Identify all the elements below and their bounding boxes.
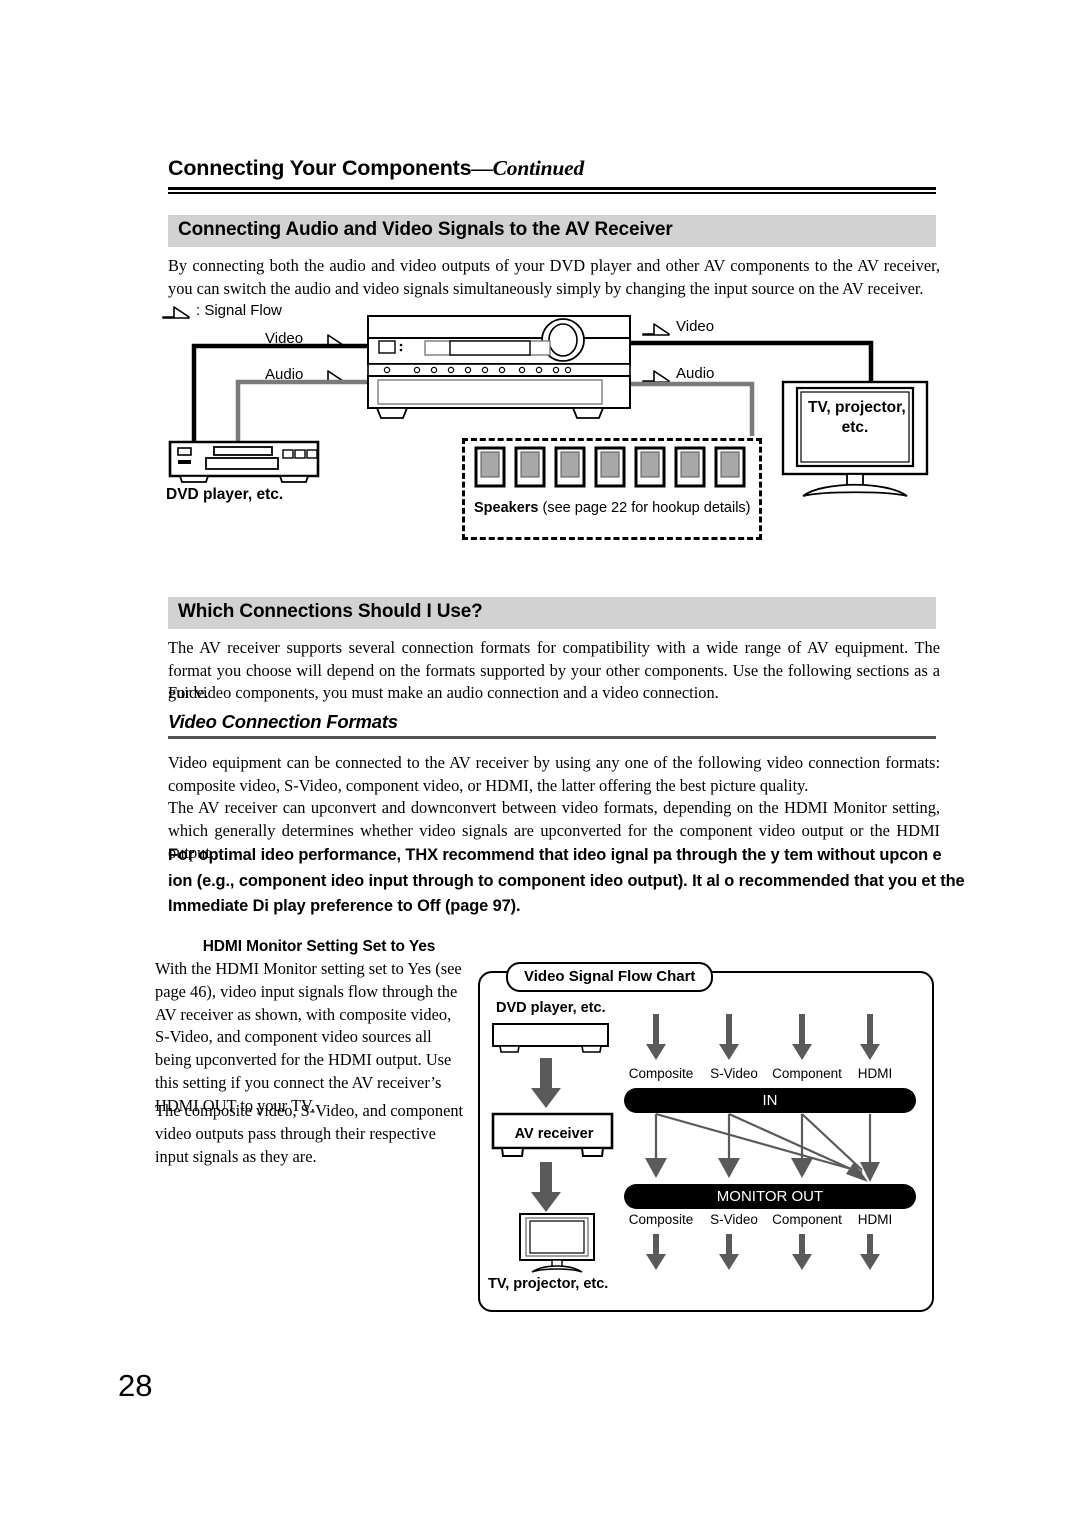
flow-tv-illustration bbox=[519, 1213, 595, 1273]
monitor-out-bar: MONITOR OUT bbox=[624, 1184, 916, 1209]
header-rule-thick bbox=[168, 187, 936, 190]
flow-arrow-receiver-to-tv-icon bbox=[531, 1162, 561, 1212]
speakers-caption-rest: (see page 22 for hookup details) bbox=[538, 500, 751, 516]
in-bar: IN bbox=[624, 1088, 916, 1113]
thx-recommendation-paragraph: For optimal ideo performance, THX recomm… bbox=[168, 843, 1080, 923]
speakers-caption-bold: Speakers bbox=[474, 500, 539, 516]
running-head: Connecting Your Components—Continued bbox=[168, 156, 936, 194]
thx-line-1: For optimal ideo performance, THX recomm… bbox=[168, 846, 942, 864]
dvd-player-label: DVD player, etc. bbox=[166, 486, 284, 503]
video-formats-paragraph-1: Video equipment can be connected to the … bbox=[168, 753, 940, 795]
flow-routing-lines bbox=[645, 1112, 880, 1182]
flow-receiver-label: AV receiver bbox=[514, 1126, 594, 1142]
video-connection-formats-subhead: Video Connection Formats bbox=[168, 711, 936, 739]
thx-line-3: Immediate Di play preference to Off (pag… bbox=[168, 897, 521, 915]
subhead-rule bbox=[168, 736, 936, 739]
page-number: 28 bbox=[118, 1368, 153, 1403]
manual-page: Connecting Your Components—Continued Con… bbox=[0, 0, 1080, 1528]
audio-video-intro-paragraph: By connecting both the audio and video o… bbox=[168, 256, 940, 298]
av-receiver-illustration bbox=[367, 315, 631, 419]
video-connection-formats-label: Video Connection Formats bbox=[168, 711, 398, 732]
thx-line-2: ion (e.g., component ideo input through … bbox=[168, 871, 965, 890]
speakers-row bbox=[474, 446, 746, 488]
in-column-label-hdmi: HDMI bbox=[857, 1066, 893, 1081]
section-bar-which-connections-label: Which Connections Should I Use? bbox=[178, 601, 483, 622]
hdmi-monitor-yes-paragraph-2: The composite video, S-Video, and compon… bbox=[155, 1101, 464, 1166]
section-bar-audio-video: Connecting Audio and Video Signals to th… bbox=[168, 215, 936, 247]
dvd-player-illustration bbox=[168, 440, 320, 483]
hdmi-monitor-yes-head: HDMI Monitor Setting Set to Yes bbox=[202, 938, 436, 955]
video-signal-flow-chart: Video Signal Flow Chart DVD player, etc.… bbox=[478, 962, 934, 1312]
flow-dvd-illustration bbox=[492, 1023, 609, 1053]
tv-label-line1: TV, projector, bbox=[808, 399, 906, 416]
out-column-label-hdmi: HDMI bbox=[857, 1212, 893, 1227]
running-head-continued: —Continued bbox=[471, 156, 585, 180]
which-connections-paragraph-2: For video components, you must make an a… bbox=[168, 683, 719, 702]
speakers-caption: Speakers (see page 22 for hookup details… bbox=[474, 500, 751, 516]
running-head-text: Connecting Your Components—Continued bbox=[168, 156, 936, 181]
flow-arrow-dvd-to-receiver-icon bbox=[531, 1058, 561, 1108]
section-bar-audio-video-label: Connecting Audio and Video Signals to th… bbox=[178, 219, 673, 240]
header-rule-thin bbox=[168, 192, 936, 194]
tv-illustration bbox=[781, 380, 929, 497]
flow-dvd-label: DVD player, etc. bbox=[496, 1000, 606, 1016]
running-head-title: Connecting Your Components bbox=[168, 156, 472, 180]
flow-chart-title: Video Signal Flow Chart bbox=[506, 962, 714, 992]
hdmi-monitor-yes-paragraph-1: With the HDMI Monitor setting set to Yes… bbox=[155, 959, 462, 1115]
tv-label-line2: etc. bbox=[841, 419, 869, 436]
flow-output-arrows bbox=[646, 1234, 880, 1270]
connection-diagram: : Signal Flow Video Audio Video Audio DV… bbox=[160, 296, 940, 556]
section-bar-which-connections: Which Connections Should I Use? bbox=[168, 597, 936, 629]
flow-tv-label: TV, projector, etc. bbox=[488, 1276, 609, 1292]
